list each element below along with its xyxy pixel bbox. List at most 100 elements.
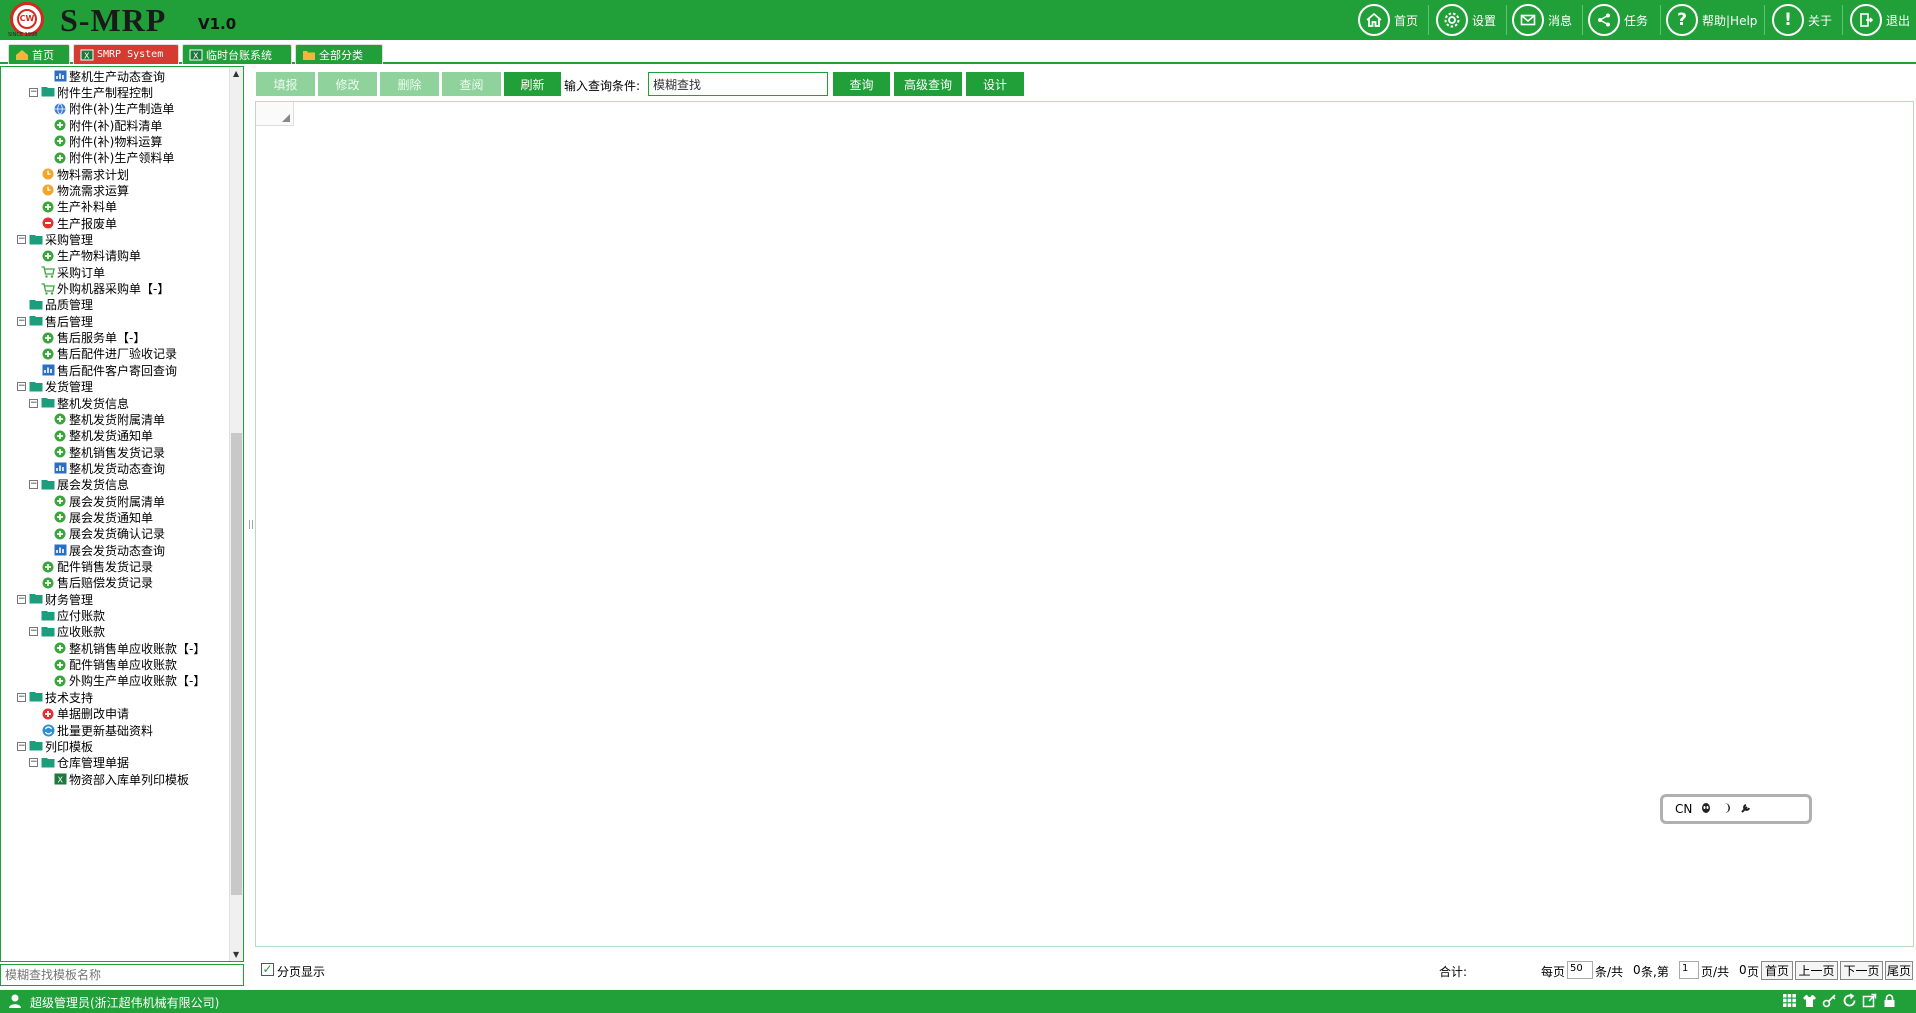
logo-since-text: SINCE 1998 xyxy=(8,32,38,38)
app-title: S-MRP xyxy=(60,2,167,38)
page-suffix: 页/共 xyxy=(1701,965,1730,979)
record-count: 0 xyxy=(1633,963,1641,977)
advanced-search-button[interactable]: 高级查询 xyxy=(894,72,962,96)
wrench-icon[interactable] xyxy=(1740,802,1752,817)
grid-icon[interactable] xyxy=(1782,993,1797,1008)
shirt-icon[interactable] xyxy=(1802,993,1817,1008)
header-messages-button[interactable]: 消息 xyxy=(1512,3,1572,37)
lock-icon[interactable] xyxy=(1882,993,1897,1008)
chart-icon xyxy=(53,462,67,474)
key-icon[interactable] xyxy=(1822,993,1837,1008)
collapse-toggle-icon[interactable]: − xyxy=(29,627,38,637)
clock-icon xyxy=(41,184,55,196)
tab-all-categories[interactable]: 全部分类 xyxy=(295,44,383,64)
delete-button[interactable]: 删除 xyxy=(380,72,439,96)
search-button[interactable]: 查询 xyxy=(833,72,890,96)
collapse-toggle-icon[interactable]: − xyxy=(17,692,26,702)
scroll-down-icon[interactable]: ▼ xyxy=(233,950,239,959)
tree-scrollbar[interactable]: ▲ ▼ xyxy=(229,67,243,961)
collapse-toggle-icon[interactable]: − xyxy=(29,758,38,768)
query-input[interactable] xyxy=(648,72,828,96)
header-help-label: 帮助|Help xyxy=(1702,13,1758,28)
home-icon xyxy=(1358,4,1390,36)
header-home-label: 首页 xyxy=(1394,13,1419,28)
folder-icon xyxy=(29,234,43,246)
scroll-up-icon[interactable]: ▲ xyxy=(233,69,239,78)
header-logout-label: 退出 xyxy=(1886,13,1911,28)
folder-icon xyxy=(29,691,43,703)
external-link-icon[interactable] xyxy=(1862,993,1877,1008)
alien-icon[interactable] xyxy=(1700,802,1712,817)
tree-item[interactable]: X 物资部入库单列印模板 xyxy=(41,769,189,789)
paging-checkbox[interactable]: ✓ xyxy=(261,963,274,976)
add-icon xyxy=(53,430,67,442)
folder-icon xyxy=(29,593,43,605)
next-page-button[interactable]: 下一页 xyxy=(1840,961,1883,980)
collapse-toggle-icon[interactable]: − xyxy=(17,594,26,604)
folder-icon xyxy=(29,315,43,327)
scroll-thumb[interactable] xyxy=(231,433,242,895)
collapse-toggle-icon[interactable]: − xyxy=(29,87,38,97)
collapse-toggle-icon[interactable]: − xyxy=(17,741,26,751)
prev-page-button[interactable]: 上一页 xyxy=(1795,961,1838,980)
ime-toolbar[interactable]: CN xyxy=(1660,794,1812,824)
header-help-button[interactable]: ? 帮助|Help xyxy=(1666,3,1757,37)
header-separator xyxy=(1842,5,1843,35)
edit-button[interactable]: 修改 xyxy=(318,72,377,96)
per-page-stepper[interactable]: 50 xyxy=(1567,961,1593,979)
add-icon xyxy=(41,332,55,344)
excel-icon: X xyxy=(80,49,94,61)
reload-icon[interactable] xyxy=(1842,993,1857,1008)
clock-icon xyxy=(41,168,55,180)
pages-suffix: 页 xyxy=(1747,965,1760,979)
grid-corner-cell[interactable] xyxy=(256,102,294,126)
folder-icon xyxy=(41,757,55,769)
globe-icon xyxy=(53,102,67,115)
fill-button[interactable]: 填报 xyxy=(256,72,315,96)
header-tasks-label: 任务 xyxy=(1624,13,1649,28)
records-suffix: 条,第 xyxy=(1641,965,1669,979)
tab-home[interactable]: 首页 xyxy=(8,44,70,64)
panel-splitter[interactable]: || xyxy=(248,520,254,530)
folder-icon xyxy=(41,479,55,491)
collapse-toggle-icon[interactable]: − xyxy=(29,398,38,408)
add-icon xyxy=(53,446,67,458)
mail-icon xyxy=(1512,4,1544,36)
header-home-button[interactable]: 首页 xyxy=(1358,3,1418,37)
first-page-button[interactable]: 首页 xyxy=(1761,961,1793,980)
home-icon xyxy=(15,49,29,61)
add-icon xyxy=(53,528,67,540)
per-page-prefix: 每页 xyxy=(1541,965,1566,979)
tab-temp-ledger[interactable]: X 临时台账系统 xyxy=(182,44,292,64)
header-logout-button[interactable]: 退出 xyxy=(1850,3,1910,37)
refresh-button[interactable]: 刷新 xyxy=(504,72,561,96)
header-tasks-button[interactable]: 任务 xyxy=(1588,3,1648,37)
user-icon xyxy=(8,993,22,1009)
folder-icon xyxy=(41,397,55,409)
current-user: 超级管理员(浙江超伟机械有限公司) xyxy=(30,996,220,1010)
collapse-toggle-icon[interactable]: − xyxy=(17,235,26,244)
status-bar: 超级管理员(浙江超伟机械有限公司) xyxy=(0,990,1916,1013)
ime-language[interactable]: CN xyxy=(1675,802,1692,816)
moon-icon[interactable] xyxy=(1720,802,1732,817)
page-stepper[interactable]: 1 xyxy=(1679,961,1699,979)
collapse-toggle-icon[interactable]: − xyxy=(29,480,38,490)
header-separator xyxy=(1428,5,1429,35)
collapse-toggle-icon[interactable]: − xyxy=(17,316,26,326)
cart-icon xyxy=(41,266,55,278)
add-icon xyxy=(41,561,55,573)
last-page-button[interactable]: 尾页 xyxy=(1885,961,1913,980)
header-separator xyxy=(1506,5,1507,35)
tab-smrp-system[interactable]: X SMRP System xyxy=(73,44,179,64)
header-settings-button[interactable]: 设置 xyxy=(1436,3,1496,37)
folder-icon xyxy=(29,381,43,393)
view-button[interactable]: 查阅 xyxy=(442,72,501,96)
navigation-tree[interactable]: 整机生产动态查询 − 附件生产制程控制 附件(补)生产制造单 附件(补)配料清单 附件(补… xyxy=(0,66,244,962)
collapse-toggle-icon[interactable]: − xyxy=(17,382,26,392)
total-label: 合计: xyxy=(1439,965,1468,979)
cart-icon xyxy=(41,282,55,295)
design-button[interactable]: 设计 xyxy=(966,72,1024,96)
add-icon xyxy=(53,659,67,671)
template-search-input[interactable] xyxy=(0,964,244,986)
header-about-button[interactable]: ! 关于 xyxy=(1772,3,1832,37)
